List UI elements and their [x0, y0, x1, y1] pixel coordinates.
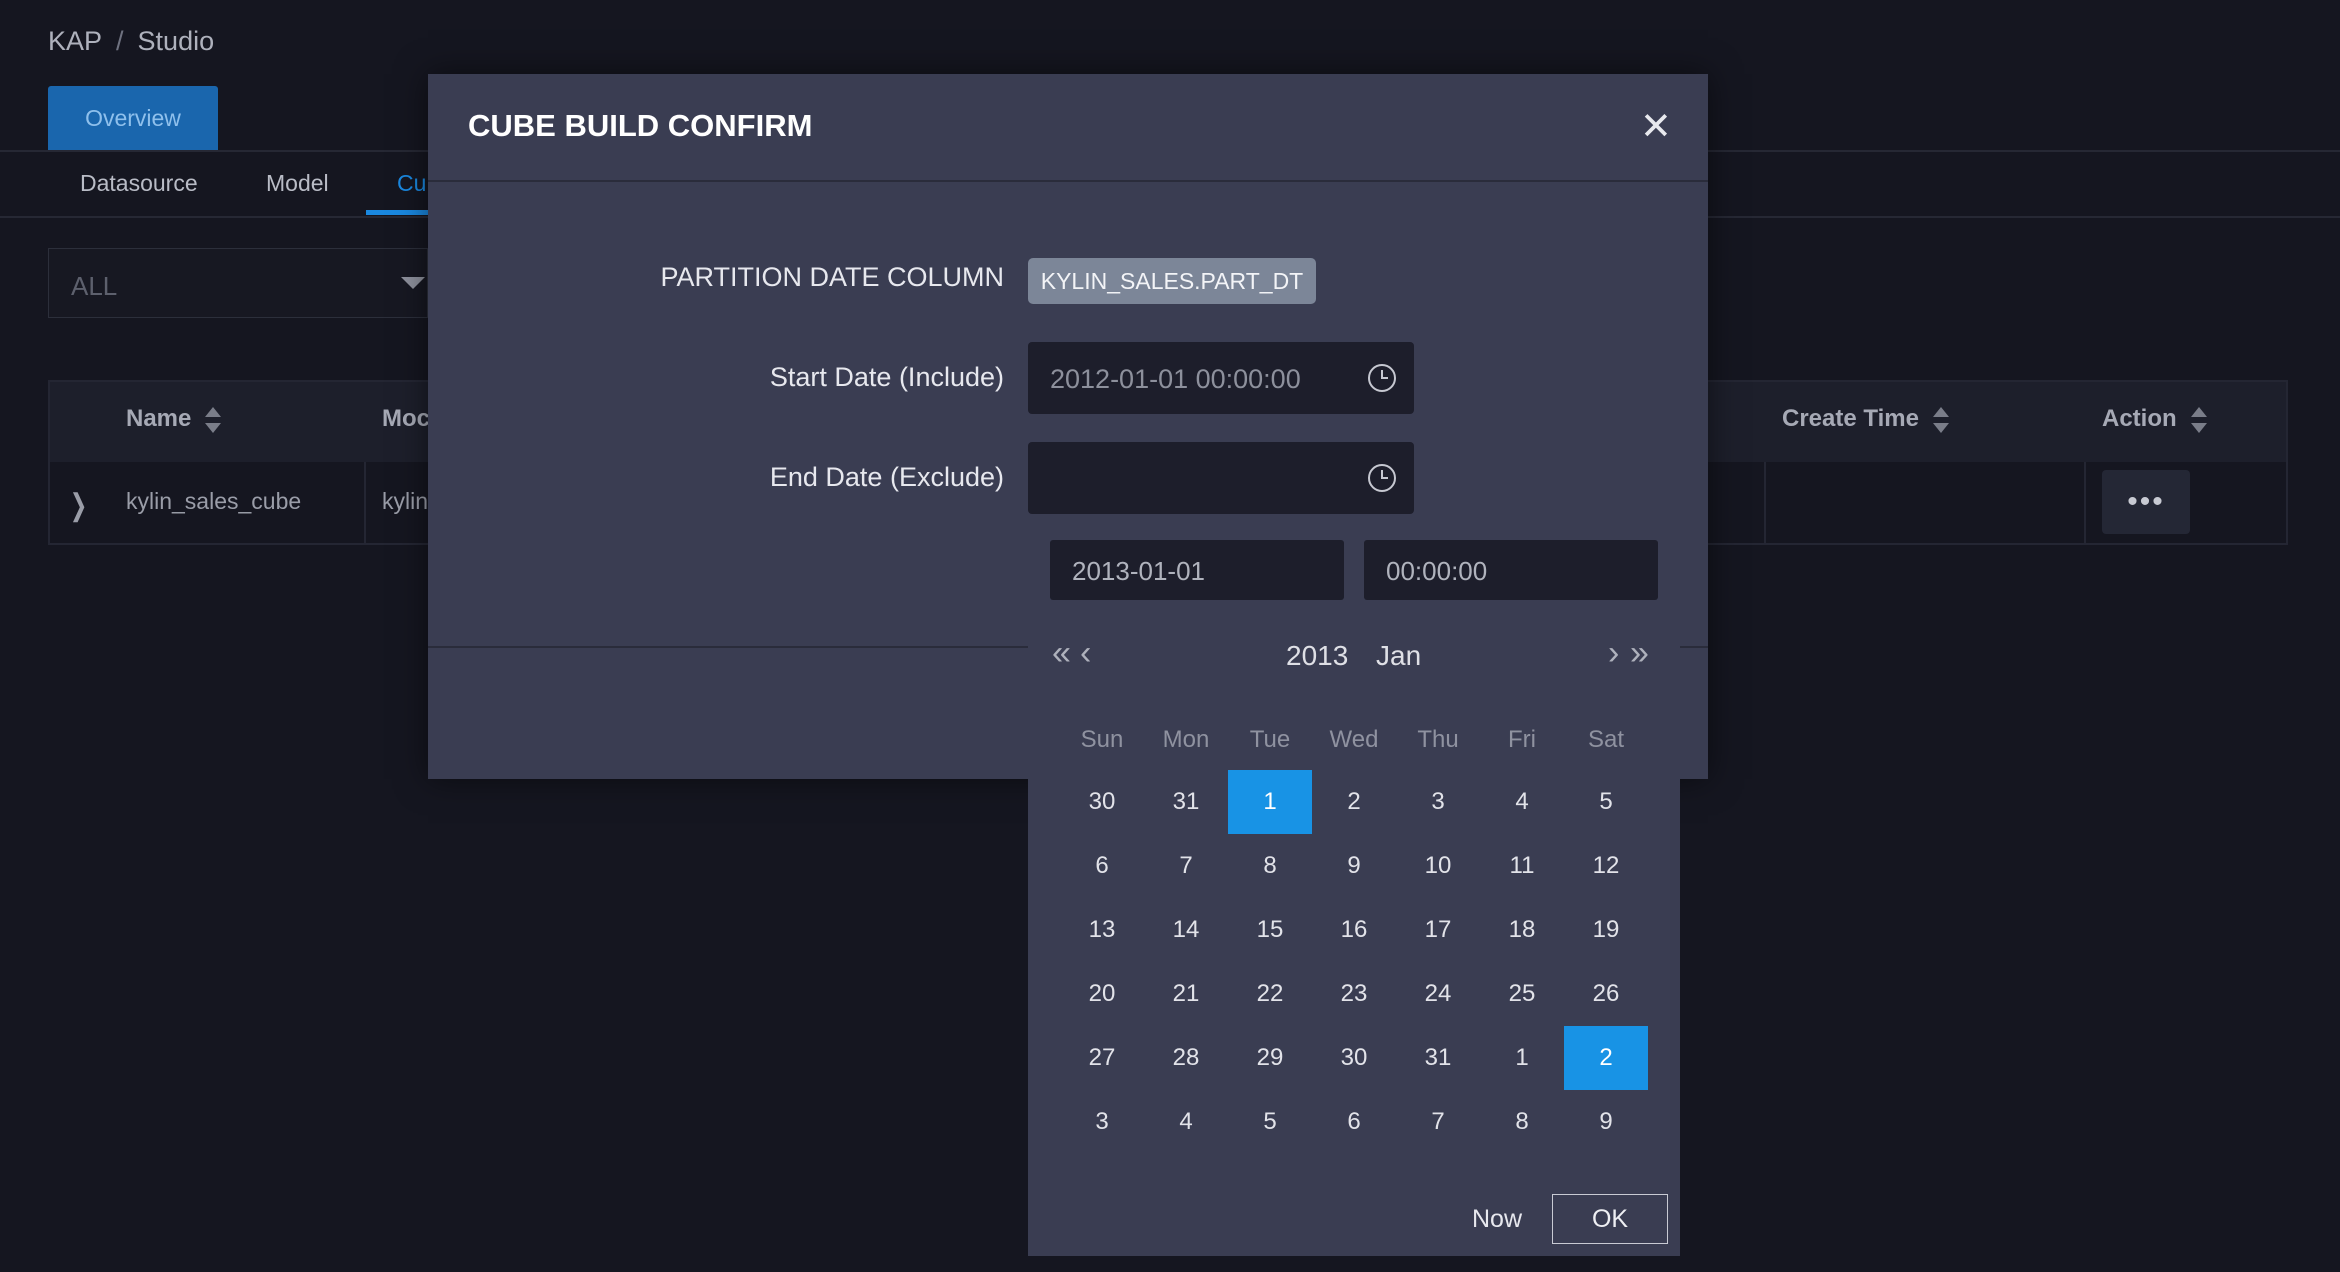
sort-icon[interactable] [205, 406, 222, 433]
calendar-day[interactable]: 27 [1060, 1026, 1144, 1090]
breadcrumb-current: Studio [137, 26, 215, 56]
weekday-label: Fri [1508, 726, 1536, 753]
prev-month-icon[interactable]: ‹ [1080, 634, 1092, 673]
table-cell-name: kylin_sales_cube [126, 488, 302, 514]
picker-time-input[interactable]: 00:00:00 [1364, 540, 1658, 600]
weekday-label: Sun [1080, 726, 1124, 753]
calendar-day[interactable]: 25 [1480, 962, 1564, 1026]
expand-row-icon[interactable]: ❯ [70, 488, 88, 523]
sort-icon[interactable] [2190, 406, 2207, 433]
calendar-day[interactable]: 10 [1396, 834, 1480, 898]
partition-date-label: PARTITION DATE COLUMN [660, 262, 1004, 292]
calendar-day[interactable]: 17 [1396, 898, 1480, 962]
calendar-day[interactable]: 16 [1312, 898, 1396, 962]
weekday-label: Sat [1587, 726, 1625, 753]
column-header-create-time[interactable]: Create Time [1782, 405, 1949, 433]
ok-button[interactable]: OK [1552, 1194, 1668, 1244]
breadcrumb: KAP / Studio [48, 26, 214, 57]
start-date-input[interactable]: 2012-01-01 00:00:00 [1028, 342, 1414, 414]
tab-cube[interactable]: Cu [397, 170, 426, 197]
calendar-day[interactable]: 12 [1564, 834, 1648, 898]
weekday-label: Wed [1329, 726, 1379, 753]
caret-down-icon [401, 277, 425, 289]
table-cell-model: kylin [382, 488, 429, 514]
calendar-day[interactable]: 13 [1060, 898, 1144, 962]
calendar-day[interactable]: 29 [1228, 1026, 1312, 1090]
partition-column-tag: KYLIN_SALES.PART_DT [1028, 258, 1316, 304]
calendar-day[interactable]: 30 [1312, 1026, 1396, 1090]
column-divider [2084, 462, 2086, 544]
calendar-day[interactable]: 2 [1312, 770, 1396, 834]
calendar-day[interactable]: 5 [1564, 770, 1648, 834]
calendar-day[interactable]: 6 [1312, 1090, 1396, 1154]
calendar-day[interactable]: 5 [1228, 1090, 1312, 1154]
calendar-day[interactable]: 21 [1144, 962, 1228, 1026]
picker-date-value: 2013-01-01 [1072, 556, 1205, 586]
end-date-label: End Date (Exclude) [769, 462, 1004, 492]
calendar-day[interactable]: 8 [1480, 1090, 1564, 1154]
calendar-day[interactable]: 14 [1144, 898, 1228, 962]
calendar-day[interactable]: 31 [1396, 1026, 1480, 1090]
picker-year[interactable]: 2013 [1286, 640, 1348, 672]
calendar-day[interactable]: 18 [1480, 898, 1564, 962]
calendar-day[interactable]: 8 [1228, 834, 1312, 898]
next-month-icon[interactable]: › [1608, 634, 1620, 673]
calendar-day[interactable]: 20 [1060, 962, 1144, 1026]
breadcrumb-separator: / [116, 26, 124, 56]
filter-select[interactable]: ALL [48, 248, 428, 318]
start-date-label: Start Date (Include) [769, 362, 1004, 392]
tab-model[interactable]: Model [266, 170, 329, 197]
weekday-label: Thu [1417, 726, 1459, 753]
sort-icon[interactable] [1932, 406, 1949, 433]
calendar-day[interactable]: 22 [1228, 962, 1312, 1026]
picker-month[interactable]: Jan [1376, 640, 1421, 672]
calendar-day[interactable]: 24 [1396, 962, 1480, 1026]
dialog-title: CUBE BUILD CONFIRM [468, 108, 813, 143]
calendar-day[interactable]: 4 [1144, 1090, 1228, 1154]
start-date-value: 2012-01-01 00:00:00 [1050, 364, 1301, 394]
clock-icon [1368, 464, 1396, 492]
calendar-day[interactable]: 15 [1228, 898, 1312, 962]
calendar-day[interactable]: 23 [1312, 962, 1396, 1026]
calendar-day[interactable]: 3 [1060, 1090, 1144, 1154]
calendar-day-selected[interactable]: 1 [1228, 770, 1312, 834]
end-date-input[interactable] [1028, 442, 1414, 514]
column-divider [364, 462, 366, 544]
calendar-day-selected[interactable]: 2 [1564, 1026, 1648, 1090]
weekday-label: Mon [1162, 726, 1210, 753]
column-header-model[interactable]: Moc [382, 405, 430, 433]
calendar-day[interactable]: 7 [1396, 1090, 1480, 1154]
calendar-day[interactable]: 11 [1480, 834, 1564, 898]
column-divider [1764, 462, 1766, 544]
calendar-day[interactable]: 28 [1144, 1026, 1228, 1090]
calendar-day[interactable]: 7 [1144, 834, 1228, 898]
column-header-name[interactable]: Name [126, 405, 222, 433]
prev-year-icon[interactable]: « [1052, 634, 1071, 673]
calendar-day[interactable]: 4 [1480, 770, 1564, 834]
column-header-action[interactable]: Action [2102, 405, 2207, 433]
tab-datasource[interactable]: Datasource [80, 170, 198, 197]
picker-date-input[interactable]: 2013-01-01 [1050, 540, 1344, 600]
breadcrumb-root[interactable]: KAP [48, 26, 102, 56]
calendar-day[interactable]: 19 [1564, 898, 1648, 962]
calendar-day[interactable]: 26 [1564, 962, 1648, 1026]
tab-overview[interactable]: Overview [48, 86, 218, 150]
next-year-icon[interactable]: » [1630, 634, 1649, 673]
active-tab-indicator [366, 210, 432, 215]
picker-time-value: 00:00:00 [1386, 556, 1488, 586]
close-icon[interactable]: ✕ [1640, 108, 1672, 146]
filter-select-value: ALL [71, 271, 118, 301]
calendar-day[interactable]: 1 [1480, 1026, 1564, 1090]
more-actions-button[interactable]: ••• [2102, 470, 2190, 534]
clock-icon [1368, 364, 1396, 392]
calendar-day[interactable]: 3 [1396, 770, 1480, 834]
calendar-day[interactable]: 6 [1060, 834, 1144, 898]
dialog-header-divider [428, 180, 1708, 182]
weekday-label: Tue [1249, 726, 1291, 753]
calendar-day[interactable]: 9 [1312, 834, 1396, 898]
calendar-day[interactable]: 31 [1144, 770, 1228, 834]
calendar-day[interactable]: 30 [1060, 770, 1144, 834]
now-button[interactable]: Now [1472, 1205, 1522, 1234]
calendar-day[interactable]: 9 [1564, 1090, 1648, 1154]
